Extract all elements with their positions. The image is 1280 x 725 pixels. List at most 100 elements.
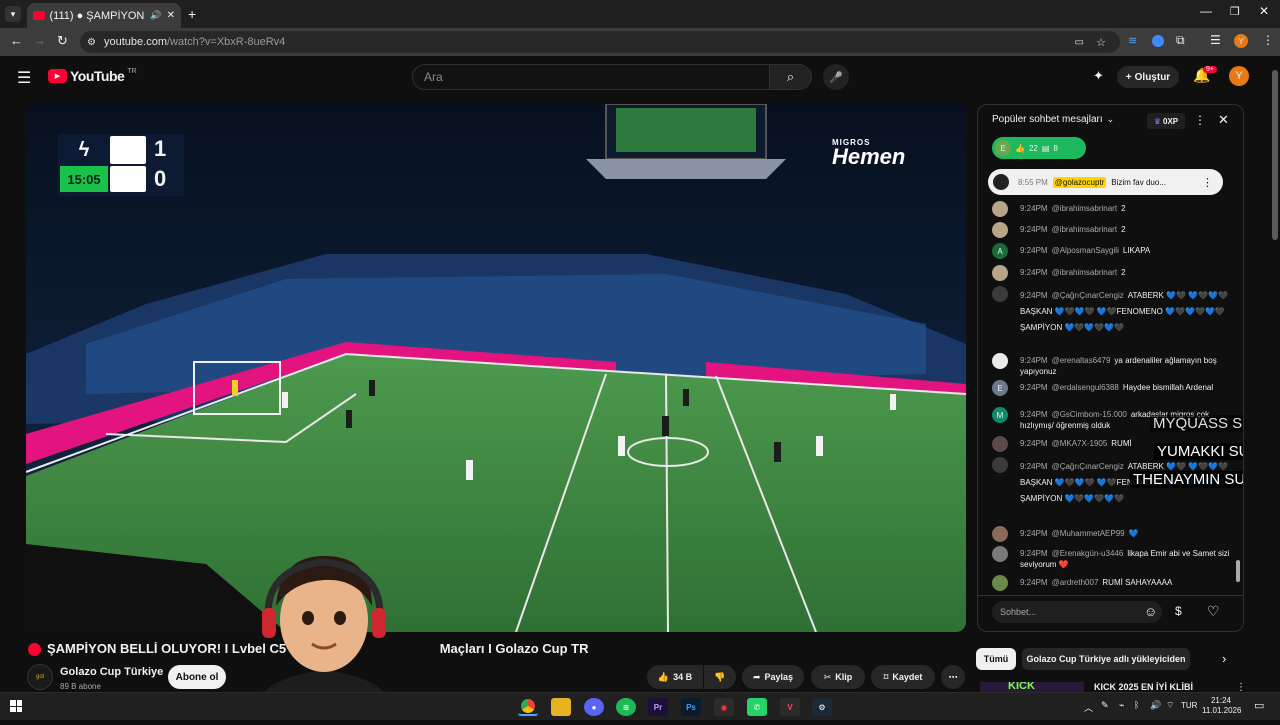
message-time: 9:24PM [1020,383,1048,392]
reload-icon[interactable]: ↻ [57,33,68,49]
save-label: Kaydet [892,672,923,682]
create-button[interactable]: + Oluştur [1117,66,1179,88]
tray-volume-icon[interactable]: 🔊 [1150,700,1161,711]
extension-wave-icon[interactable]: ≋ [1128,34,1137,47]
account-avatar[interactable]: Y [1229,66,1249,86]
pinned-avatar [993,174,1009,190]
close-tab-icon[interactable]: ✕ [167,10,175,21]
ai-sparkle-icon[interactable]: ✦ [1093,68,1104,84]
chip-next-chevron-icon[interactable]: › [1222,651,1226,666]
more-actions-button[interactable]: ⋯ [941,665,965,689]
like-button[interactable]: 👍 34 B [647,665,703,689]
region-code: TR [127,68,137,75]
profile-avatar-small[interactable]: Y [1234,34,1248,48]
search-button[interactable]: ⌕ [770,64,812,90]
close-window-button[interactable]: ✕ [1259,4,1269,18]
premiere-icon[interactable]: Pr [648,698,668,716]
xp-badge[interactable]: ♛ 0XP [1147,113,1185,129]
message-author: @ibrahimsabrinart [1051,204,1118,213]
pinned-menu-icon[interactable]: ⋮ [1202,176,1213,189]
message-text: 2 [1121,268,1126,277]
new-tab-button[interactable]: + [188,6,196,22]
tab-title: (111) ● ŞAMPİYON BELLİ O [49,9,146,22]
taskbar-clock[interactable]: 21:24 11.01.2026 [1202,696,1241,716]
steam-icon[interactable]: ⚙ [812,698,832,716]
subscribe-button[interactable]: Abone ol [168,665,226,689]
tray-pen-icon[interactable]: ✎ [1101,700,1109,711]
notification-center-icon[interactable]: ▭ [1254,699,1264,712]
restore-window-button[interactable]: ❐ [1230,5,1240,18]
url-field[interactable]: ⚙ youtube.com/watch?v=XbxR-8ueRv4 ▭ ☆ [80,31,1120,53]
chat-mode-selector[interactable]: Popüler sohbet mesajları ⌄ [992,114,1114,125]
youtube-logo[interactable]: ▶ YouTube TR [48,68,137,84]
voice-search-button[interactable]: 🎤 [823,64,849,90]
reading-list-icon[interactable]: ☰ [1210,33,1221,47]
channel-avatar[interactable]: gol [27,664,53,690]
message-author: @Erenakgün-u3446 [1051,549,1124,558]
message-time: 9:24PM [1020,529,1048,538]
page-scrollbar[interactable] [1272,70,1278,240]
video-player[interactable]: ϟ 1 15:05 0 MIGROS Hemen [26,104,966,632]
share-button[interactable]: ➦ Paylaş [742,665,804,689]
search-input[interactable]: Ara [412,64,770,90]
chat-scrollbar[interactable] [1236,560,1240,582]
chip-all[interactable]: Tümü [976,648,1016,670]
user-avatar [992,526,1008,542]
tray-bluetooth-icon[interactable]: ᛒ [1134,700,1139,710]
sponsor-logo: MIGROS Hemen [832,138,905,168]
browser-tab-active[interactable]: (111) ● ŞAMPİYON BELLİ O 🔊 ✕ [27,3,181,28]
hamburger-menu-icon[interactable]: ☰ [17,68,31,88]
forward-arrow-icon[interactable]: → [33,33,46,48]
chat-menu-icon[interactable]: ⋮ [1194,113,1206,127]
chrome-taskbar-icon[interactable] [518,698,538,716]
tray-network-icon[interactable]: ⌁ [1119,700,1124,711]
browser-menu-icon[interactable]: ⋮ [1262,33,1274,47]
minimize-window-button[interactable]: — [1200,4,1212,18]
keyboard-language[interactable]: TUR [1181,701,1197,710]
clip-button[interactable]: ✂ Klip [811,665,865,689]
bookmark-star-icon[interactable]: ☆ [1096,36,1106,49]
chat-input-divider [978,595,1243,596]
extension-shield-icon[interactable] [1152,35,1164,47]
chip-uploader[interactable]: Golazo Cup Türkiye adlı yükleyiciden [1022,648,1190,670]
user-avatar [992,222,1008,238]
tray-up-chevron-icon[interactable]: ︿ [1084,701,1093,714]
photoshop-icon[interactable]: Ps [681,698,701,716]
back-arrow-icon[interactable]: ← [10,33,23,48]
youtube-header: ☰ ▶ YouTube TR Ara ⌕ 🎤 ✦ + Oluştur 🔔 9+ Y [0,56,1280,100]
message-author: @erdalsengul6388 [1051,383,1119,392]
tray-wifi-icon[interactable]: ⌔ [1166,700,1174,711]
message-author: @ardreth007 [1051,578,1099,587]
message-time: 9:24PM [1020,246,1048,255]
tab-search-button[interactable]: ▾ [5,6,21,22]
more-horizontal-icon: ⋯ [948,671,958,682]
discord-icon[interactable]: ● [584,698,604,716]
chat-input[interactable]: Sohbet... [992,601,1162,623]
recommended-thumbnail[interactable]: KICK [980,682,1084,692]
super-chat-icon[interactable]: $ [1175,604,1182,618]
poll-bar[interactable]: E 👍 22 ▤ 8 [992,137,1086,159]
valorant-icon[interactable]: V [780,698,800,716]
whatsapp-icon[interactable]: ✆ [747,698,767,716]
emoji-icon[interactable]: ☺ [1144,604,1157,619]
heart-icon[interactable]: ♡ [1207,603,1220,620]
pinned-message[interactable]: 8:55 PM @golazocuptr Bizim fav duo... ⋮ [988,169,1223,195]
cast-icon[interactable]: ▭ [1075,37,1084,48]
video-title: ŞAMPİYON BELLİ OLUYOR! I Lvbel C5 Maçlar… [47,641,589,656]
spotify-icon[interactable]: ≋ [616,698,636,716]
speaker-icon[interactable]: 🔊 [150,10,161,21]
file-explorer-icon[interactable] [551,698,571,716]
close-chat-icon[interactable]: ✕ [1218,112,1229,128]
recorder-icon[interactable]: ◉ [714,698,734,716]
windows-start-icon[interactable] [10,700,22,712]
message-time: 9:24PM [1020,268,1048,277]
windows-taskbar: ● ≋ Pr Ps ◉ ✆ V ⚙ ︿ ✎ ⌁ ᛒ 🔊 ⌔ TUR 21:24 … [0,692,1280,720]
extensions-puzzle-icon[interactable]: ⧉ [1176,33,1185,48]
site-info-icon[interactable]: ⚙ [87,37,96,48]
save-button[interactable]: ⌑ Kaydet [871,665,935,689]
recommended-video-title[interactable]: KICK 2025 EN İYİ KLİBİ [1094,682,1193,692]
user-avatar: A [992,243,1008,259]
dislike-button[interactable]: 👎 [704,665,736,689]
message-author: @ÇağrıÇınarCengiz [1051,462,1124,471]
channel-name[interactable]: Golazo Cup Türkiye [60,666,163,678]
